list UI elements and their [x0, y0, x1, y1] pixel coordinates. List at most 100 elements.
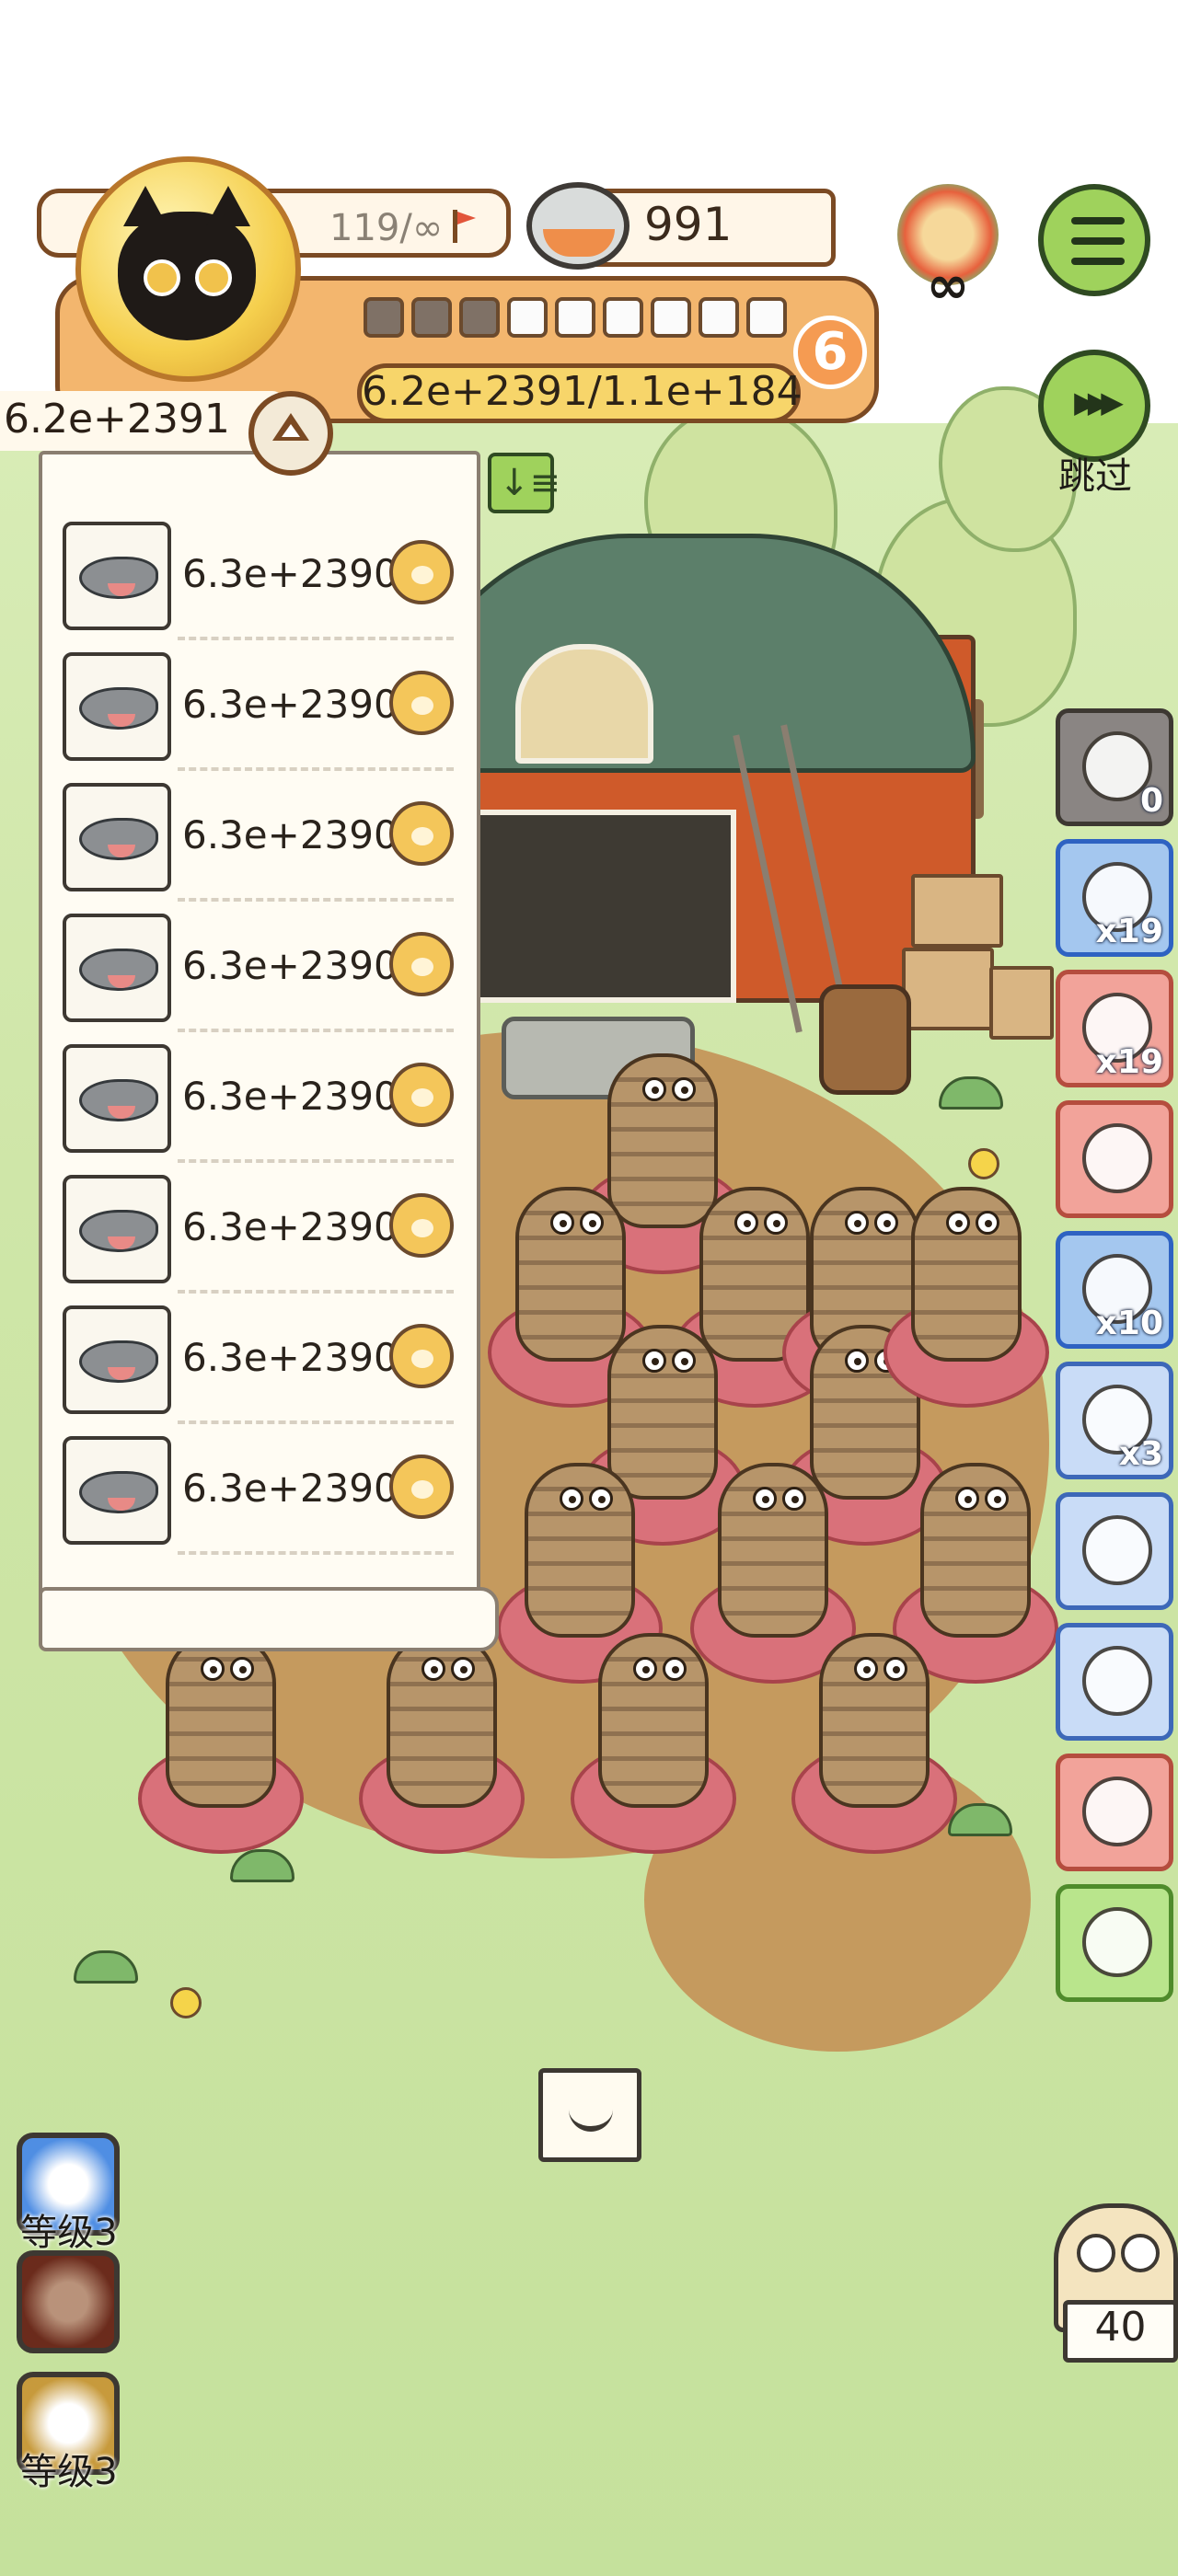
larva-enemy[interactable]	[166, 1633, 276, 1808]
hut-icon	[1082, 1646, 1152, 1716]
stage-pip	[746, 297, 787, 338]
barn-window	[515, 644, 653, 764]
stage-pip	[459, 297, 500, 338]
collapse-button[interactable]	[248, 391, 333, 476]
paw-icon	[389, 540, 454, 604]
larva-enemy[interactable]	[718, 1463, 828, 1638]
item-count: x19	[1095, 913, 1163, 950]
feather-icon	[1082, 1515, 1152, 1585]
paw-icon	[389, 671, 454, 735]
paw-icon	[389, 1324, 454, 1388]
dolphin-icon	[63, 1305, 171, 1414]
dolphin-icon	[63, 783, 171, 891]
row-divider	[178, 1159, 454, 1163]
stage-pip	[411, 297, 452, 338]
chat-button[interactable]	[538, 2068, 641, 2162]
stage-pip	[364, 297, 404, 338]
stage-progress-pips	[364, 297, 787, 338]
row-divider	[178, 637, 454, 640]
damage-row[interactable]: 6.3e+2390	[63, 522, 458, 652]
skill-level-label: 等级3	[20, 2451, 118, 2493]
barn-door	[469, 810, 736, 1003]
game-scene: 119/∞ 6.2e+2391/1.1e+184 6 991 ∞ 跳过 6.2e…	[0, 0, 1178, 2576]
black-cat-icon	[118, 186, 256, 340]
paw-icon	[389, 1063, 454, 1127]
damage-value: 6.3e+2390	[182, 1466, 398, 1511]
cat-food-can-icon	[526, 182, 629, 270]
item-count: x10	[1095, 1305, 1163, 1342]
larva-enemy[interactable]	[911, 1187, 1022, 1362]
damage-value: 6.3e+2390	[182, 943, 398, 988]
card-icon	[1082, 1907, 1152, 1977]
damage-value: 6.3e+2390	[182, 682, 398, 727]
skill-level-label: 等级3	[20, 2212, 118, 2254]
row-divider	[178, 898, 454, 902]
green-bomb-icon	[1082, 1777, 1152, 1846]
flag-icon	[451, 210, 479, 243]
damage-row[interactable]: 6.3e+2390	[63, 1175, 458, 1305]
paw-icon	[389, 1193, 454, 1258]
item-feather[interactable]	[1056, 1492, 1173, 1610]
boss-count: ∞	[926, 256, 970, 316]
damage-value: 6.3e+2390	[182, 1204, 398, 1249]
item-paw-bag[interactable]: 0	[1056, 708, 1173, 826]
stage-pip	[555, 297, 595, 338]
skip-button[interactable]	[1038, 350, 1150, 462]
damage-row[interactable]: 6.3e+2390	[63, 783, 458, 914]
flower	[170, 1987, 202, 2018]
jingle-bell-icon	[1082, 1123, 1152, 1193]
damage-row[interactable]: 6.3e+2390	[63, 914, 458, 1044]
menu-button[interactable]	[1038, 184, 1150, 296]
item-ring[interactable]: x10	[1056, 1231, 1173, 1349]
dolphin-icon	[63, 522, 171, 630]
item-green-bomb[interactable]	[1056, 1754, 1173, 1871]
stage-pip	[507, 297, 548, 338]
item-card[interactable]	[1056, 1884, 1173, 2002]
row-divider	[178, 767, 454, 771]
total-damage-text: 6.2e+2391	[4, 396, 230, 443]
flower	[968, 1148, 999, 1179]
damage-value: 6.3e+2390	[182, 812, 398, 857]
paw-icon	[389, 801, 454, 866]
larva-enemy[interactable]	[607, 1053, 718, 1228]
coin-count: 991	[644, 198, 733, 251]
dolphin-icon	[63, 1175, 171, 1283]
larva-enemy[interactable]	[607, 1325, 718, 1500]
paw-icon	[389, 1455, 454, 1519]
larva-enemy[interactable]	[819, 1633, 930, 1808]
larva-enemy[interactable]	[525, 1463, 635, 1638]
stage-badge-text: 6	[812, 322, 849, 382]
item-hourglass[interactable]: x3	[1056, 1362, 1173, 1479]
larva-enemy[interactable]	[387, 1633, 497, 1808]
barrel	[819, 984, 911, 1095]
damage-row[interactable]: 6.3e+2390	[63, 1305, 458, 1436]
item-diving-mask[interactable]: x19	[1056, 970, 1173, 1087]
item-jingle-bell[interactable]	[1056, 1100, 1173, 1218]
item-blue-fan[interactable]: x19	[1056, 839, 1173, 957]
damage-progress-text: 6.2e+2391/1.1e+184	[362, 368, 803, 415]
damage-value: 6.3e+2390	[182, 1335, 398, 1380]
damage-value: 6.3e+2390	[182, 1074, 398, 1119]
larva-enemy[interactable]	[920, 1463, 1031, 1638]
skip-label: 跳过	[1058, 455, 1132, 498]
crate	[902, 948, 994, 1030]
level-text: 119/∞	[329, 207, 444, 249]
stage-pip	[603, 297, 643, 338]
damage-row[interactable]: 6.3e+2390	[63, 1044, 458, 1175]
dolphin-icon	[63, 1436, 171, 1545]
larva-enemy[interactable]	[515, 1187, 626, 1362]
stage-pip	[651, 297, 691, 338]
row-divider	[178, 1290, 454, 1294]
crate	[989, 966, 1054, 1040]
larva-enemy[interactable]	[598, 1633, 709, 1808]
sort-icon[interactable]	[488, 453, 560, 513]
skill-bag[interactable]	[17, 2250, 120, 2353]
item-count: x3	[1118, 1435, 1163, 1473]
paw-icon	[389, 932, 454, 996]
dolphin-icon	[63, 652, 171, 761]
damage-row[interactable]: 6.3e+2390	[63, 1436, 458, 1567]
scroll-roll	[39, 1587, 499, 1651]
damage-row[interactable]: 6.3e+2390	[63, 652, 458, 783]
item-hut[interactable]	[1056, 1623, 1173, 1741]
row-divider	[178, 1551, 454, 1555]
